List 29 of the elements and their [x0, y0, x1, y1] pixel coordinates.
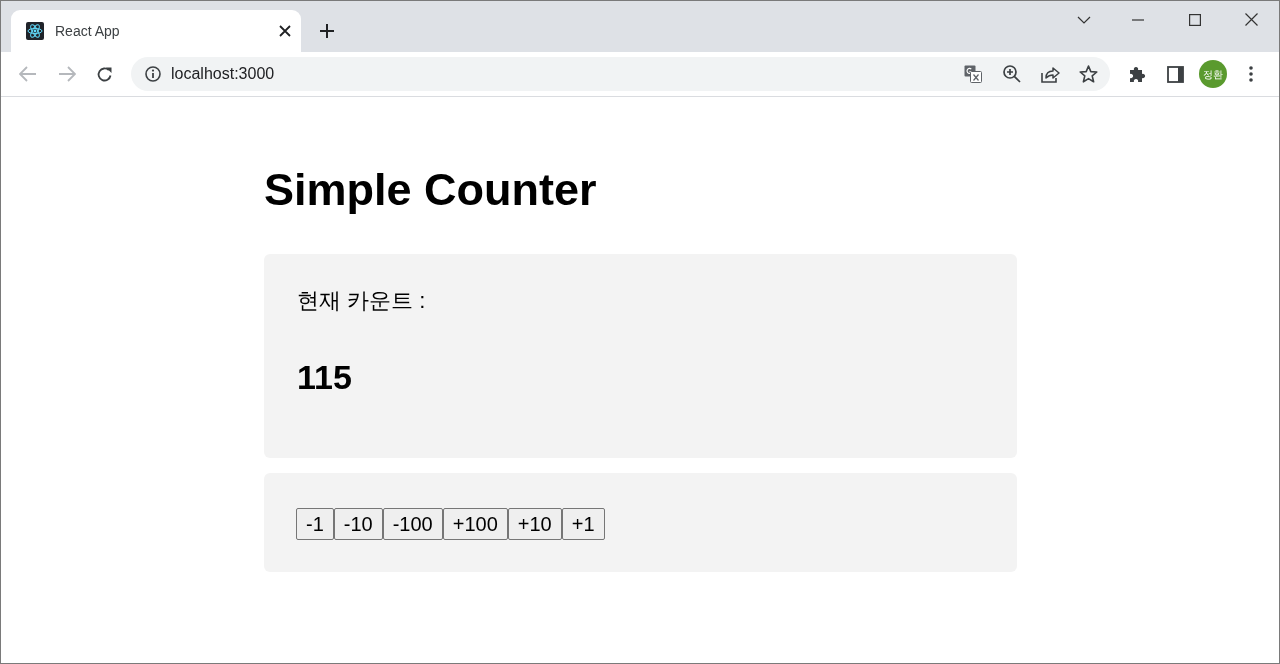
counter-button[interactable]: -100 [382, 508, 443, 540]
counter-button[interactable]: +100 [442, 508, 508, 540]
atom-icon [26, 22, 44, 40]
address-text: localhost:3000 [171, 64, 276, 84]
page-title: Simple Counter [264, 164, 597, 216]
info-icon[interactable] [145, 66, 161, 82]
plus-icon[interactable] [319, 23, 335, 39]
zoom-in-icon[interactable] [1003, 65, 1021, 83]
counter-button[interactable]: +1 [561, 508, 605, 540]
chevron-down-icon[interactable] [1077, 15, 1091, 24]
minimize-icon[interactable] [1132, 18, 1144, 21]
menu-icon[interactable] [1249, 66, 1253, 82]
count-value: 115 [297, 357, 352, 397]
counter-button[interactable]: +10 [507, 508, 562, 540]
translate-icon[interactable] [964, 65, 982, 83]
count-label: 현재 카운트 : [297, 287, 426, 315]
address-bar[interactable]: localhost:3000 [131, 57, 1110, 91]
side-panel-icon[interactable] [1167, 65, 1184, 83]
puzzle-piece-icon[interactable] [1128, 65, 1146, 83]
browser-tab[interactable]: React App [11, 10, 301, 52]
counter-button[interactable]: -1 [296, 508, 334, 540]
close-icon[interactable] [279, 25, 291, 37]
tab-title: React App [55, 21, 121, 41]
star-icon[interactable] [1079, 65, 1098, 83]
reload-icon[interactable] [96, 65, 113, 83]
counter-button[interactable]: -10 [333, 508, 383, 540]
share-icon[interactable] [1041, 65, 1060, 83]
close-icon[interactable] [1245, 13, 1258, 26]
maximize-icon[interactable] [1189, 13, 1201, 26]
